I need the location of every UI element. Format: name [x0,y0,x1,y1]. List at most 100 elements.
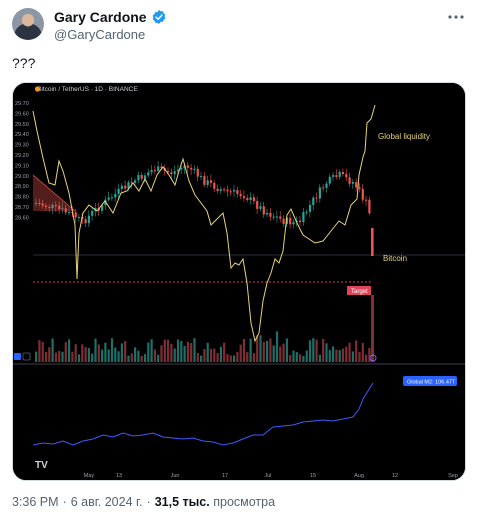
target-label: Target [351,289,368,295]
candle [91,211,94,216]
volume-bar [262,341,265,362]
avatar[interactable] [12,8,44,40]
candle [242,196,246,199]
candle [289,217,292,225]
candle [266,212,269,215]
candle [84,219,87,224]
candle [365,199,368,201]
volume-bar [134,347,137,362]
volume-bar [219,346,222,362]
candle [200,175,203,177]
y-tick-label: 29.10 [15,163,29,169]
volume-bar [120,343,123,362]
volume-bar [160,345,163,362]
chart-symbol-line: Bitcoin / TetherUS · 1D · BINANCE [37,86,138,93]
candle [236,190,239,194]
volume-bar [157,354,160,362]
volume-bar [101,349,104,362]
volume-bar [269,338,272,362]
author-name[interactable]: Gary Cardone [54,9,147,25]
candle [87,215,90,224]
volume-bar [193,338,196,362]
x-tick-label: Jul [264,473,271,479]
candle [275,216,279,218]
volume-bar [249,338,252,362]
global-m2-badge-label: Global M2: 106.47T [407,380,456,386]
volume-bar [130,353,133,362]
candle [312,197,315,206]
candle [318,187,321,199]
tweet-time[interactable]: 3:36 PM [12,495,59,509]
volume-bar [61,351,64,362]
volume-bar [226,354,229,362]
candle [107,197,110,200]
x-tick-label: 15 [310,473,316,479]
candle [259,206,262,209]
tweet-header: Gary Cardone @GaryCardone [12,8,466,48]
candle [147,172,150,176]
volume-bar [345,346,348,362]
volume-bar [117,351,120,362]
volume-bar [41,341,44,362]
volume-bar [35,351,38,362]
candle [153,170,156,172]
volume-bar [299,354,302,362]
volume-bar [183,346,186,362]
author-name-row[interactable]: Gary Cardone [54,9,167,25]
x-tick-label: Sep [448,473,458,479]
author-handle[interactable]: @GaryCardone [54,27,145,42]
volume-bar [213,348,216,362]
volume-bar [38,340,41,362]
y-tick-label: 28.80 [15,195,29,201]
volume-bar [176,339,180,362]
tweet-date[interactable]: 6 авг. 2024 г. [71,495,143,509]
volume-bar [104,342,107,362]
volume-bar [71,351,74,362]
volume-bar [200,355,203,362]
candle [338,171,341,177]
candle [335,175,338,177]
volume-bar [233,355,236,362]
candle [206,180,209,185]
views-count: 31,5 тыс. [154,495,210,509]
volume-bar [167,339,170,362]
tradingview-logo-icon: TV [35,460,48,471]
volume-bar [203,348,206,362]
volume-bar [124,341,127,362]
volume-bar [48,347,51,362]
volume-bar [246,352,249,362]
candle [299,220,302,223]
candle [361,188,364,200]
volume-bar [64,342,67,362]
y-tick-label: 29.50 [15,122,29,128]
candle [256,201,259,209]
volume-bar [196,352,199,362]
candle [351,182,354,184]
chart-image[interactable]: Bitcoin / TetherUS · 1D · BINANCE 29.70 2… [12,82,466,481]
volume-bar [84,347,87,362]
volume-bar [341,348,345,362]
volume-bar [147,342,150,362]
candle [223,189,226,191]
candle [196,168,199,177]
volume-bar [229,355,232,362]
candle [252,197,255,202]
volume-bar [74,344,77,362]
candle [292,221,295,225]
volume-bar [256,335,259,362]
candle [315,197,318,199]
volume-bar [371,295,374,362]
y-tick-label: 29.60 [15,111,29,117]
volume-bar [206,342,209,362]
candle [134,180,137,183]
volume-bar [242,338,246,362]
volume-bar [163,339,166,362]
volume-bar [114,347,117,362]
scale-auto-icon [14,353,21,360]
x-tick-label: Aug [354,473,364,479]
volume-bar [107,349,110,362]
volume-bar [137,350,140,362]
candle [110,197,114,199]
candle [213,182,216,189]
ellipsis-icon[interactable] [446,10,466,26]
